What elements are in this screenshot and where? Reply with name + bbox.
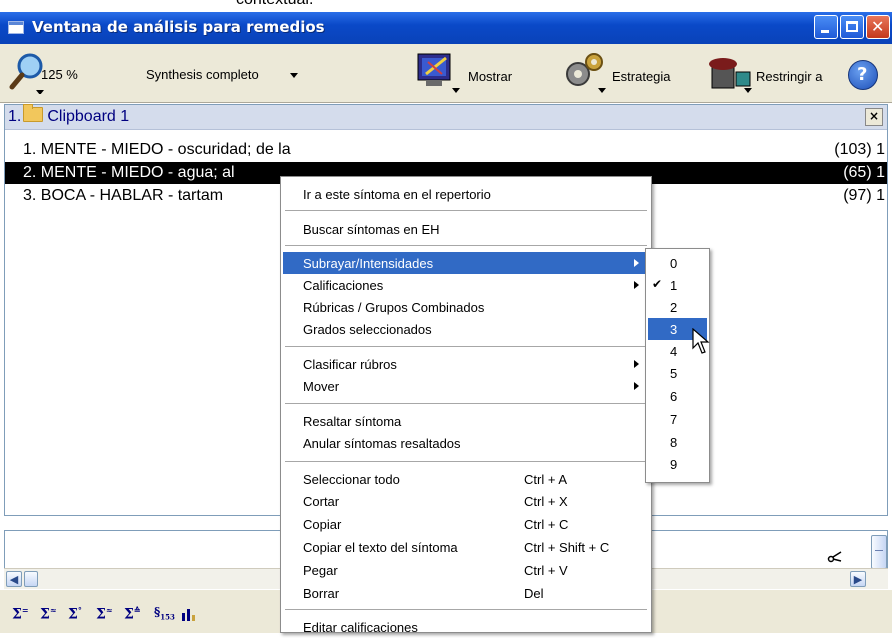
symptom-count: (103) 1	[834, 141, 885, 158]
menu-item-select-all[interactable]: Seleccionar todo Ctrl + A	[283, 468, 649, 490]
submenu-item-8[interactable]: 8	[648, 431, 707, 453]
submenu-arrow-icon	[634, 259, 639, 267]
submenu-item-1[interactable]: ✔ 1	[648, 274, 707, 296]
checkmark-icon: ✔	[652, 277, 663, 291]
window-title: Ventana de análisis para remedios	[32, 18, 325, 36]
zoom-button[interactable]: 125 %	[8, 50, 108, 94]
submenu-item-9[interactable]: 9	[648, 453, 707, 475]
restrict-label: Restringir a	[756, 69, 823, 84]
help-icon: ?	[857, 64, 868, 85]
submenu-item-6[interactable]: 6	[648, 385, 707, 407]
menu-item-combined-rubrics[interactable]: Rúbricas / Grupos Combinados	[283, 296, 649, 318]
menu-separator	[285, 403, 647, 404]
maximize-button[interactable]	[840, 15, 864, 39]
submenu-arrow-icon	[634, 382, 639, 390]
menu-item-clear-highlights[interactable]: Anular síntomas resaltados	[283, 432, 649, 454]
menu-item-copy-symptom-text[interactable]: Copiar el texto del síntoma Ctrl + Shift …	[283, 536, 649, 558]
zoom-level: 125 %	[41, 67, 78, 82]
caption-fragment: contextual.	[0, 0, 892, 12]
scroll-right-button[interactable]: ▶	[850, 571, 866, 587]
folder-icon	[23, 104, 44, 122]
submenu-item-7[interactable]: 7	[648, 408, 707, 430]
close-window-button[interactable]	[866, 15, 890, 39]
menu-item-delete[interactable]: Borrar Del	[283, 582, 649, 604]
symptom-row[interactable]: 1. MENTE - MIEDO - oscuridad; de la (103…	[5, 139, 887, 161]
caption-text: contextual.	[236, 0, 313, 9]
menu-separator	[285, 346, 647, 347]
minimize-button[interactable]	[814, 15, 838, 39]
menu-item-qualifications[interactable]: Calificaciones	[283, 274, 649, 296]
chevron-down-icon[interactable]	[290, 73, 298, 78]
scroll-grip-icon	[875, 550, 883, 551]
menu-separator	[285, 210, 647, 211]
symptom-count: (65) 1	[843, 164, 885, 181]
clipboard-number: 1.	[8, 108, 22, 125]
scissors-icon[interactable]	[827, 549, 843, 563]
symptom-text: 1. MENTE - MIEDO - oscuridad; de la	[23, 141, 291, 158]
submenu-arrow-icon	[634, 281, 639, 289]
submenu-item-2[interactable]: 2	[648, 296, 707, 318]
menu-item-move[interactable]: Mover	[283, 375, 649, 397]
symptom-text: 2. MENTE - MIEDO - agua; al	[23, 164, 235, 181]
clipboard-title: Clipboard 1	[47, 108, 130, 125]
submenu-item-0[interactable]: 0	[648, 252, 707, 274]
sum-icon[interactable]: Σ=	[12, 605, 29, 623]
strategy-label: Estrategia	[612, 69, 671, 84]
vertical-scrollbar[interactable]	[871, 535, 887, 569]
menu-item-classify-rubrics[interactable]: Clasificar rúbros	[283, 353, 649, 375]
menu-item-underline-intensities[interactable]: Subrayar/Intensidades	[283, 252, 649, 274]
clipboard-title-group: 1. Clipboard 1	[8, 104, 130, 126]
window-titlebar[interactable]: Ventana de análisis para remedios	[0, 12, 892, 44]
main-toolbar: 125 % Synthesis completo Mostrar Estrate…	[0, 44, 892, 103]
sum-icon[interactable]: Σ≈	[96, 605, 113, 623]
symptom-text: 3. BOCA - HABLAR - tartam	[23, 187, 224, 204]
menu-item-paste[interactable]: Pegar Ctrl + V	[283, 559, 649, 581]
menu-item-edit-qualifications[interactable]: Editar calificaciones	[283, 616, 649, 638]
synthesis-select[interactable]: Synthesis completo	[146, 67, 259, 82]
restrict-button[interactable]: Restringir a	[706, 50, 836, 94]
symptom-count: (97) 1	[843, 187, 885, 204]
context-menu: Ir a este síntoma en el repertorio Busca…	[280, 176, 652, 635]
menu-separator	[285, 461, 647, 462]
clipboard-header[interactable]: 1. Clipboard 1 ×	[5, 104, 887, 130]
menu-item-copy[interactable]: Copiar Ctrl + C	[283, 513, 649, 535]
strategy-button[interactable]: Estrategia	[560, 50, 680, 94]
window-icon	[8, 21, 24, 34]
sum-icon[interactable]: Σ≈	[40, 605, 57, 623]
menu-item-go-to-repertory[interactable]: Ir a este síntoma en el repertorio	[283, 183, 649, 205]
scroll-thumb[interactable]	[24, 571, 38, 587]
intensity-submenu: 0 ✔ 1 2 3 4 5 6 7 8 9	[645, 248, 710, 483]
monitor-icon	[417, 53, 460, 93]
show-button[interactable]: Mostrar	[416, 50, 516, 94]
menu-item-highlight-symptom[interactable]: Resaltar síntoma	[283, 410, 649, 432]
sum-icon[interactable]: Σ°	[68, 605, 82, 623]
menu-item-selected-grades[interactable]: Grados seleccionados	[283, 318, 649, 340]
scroll-left-button[interactable]: ◀	[6, 571, 22, 587]
submenu-item-5[interactable]: 5	[648, 362, 707, 384]
submenu-arrow-icon	[634, 360, 639, 368]
bar-chart-icon[interactable]	[182, 607, 196, 621]
clipboard-close-button[interactable]: ×	[865, 108, 883, 126]
menu-item-search-eh[interactable]: Buscar síntomas en EH	[283, 218, 649, 240]
mouse-pointer-icon	[692, 328, 710, 354]
gears-icon	[566, 53, 606, 93]
restrict-icon	[709, 58, 752, 93]
help-button[interactable]: ?	[848, 60, 878, 90]
menu-item-cut[interactable]: Cortar Ctrl + X	[283, 490, 649, 512]
sum-icon[interactable]: Σ≙	[124, 605, 141, 623]
show-label: Mostrar	[468, 69, 513, 84]
count-153-icon[interactable]: §153	[154, 605, 175, 621]
menu-separator	[285, 609, 647, 610]
menu-separator	[285, 245, 647, 246]
